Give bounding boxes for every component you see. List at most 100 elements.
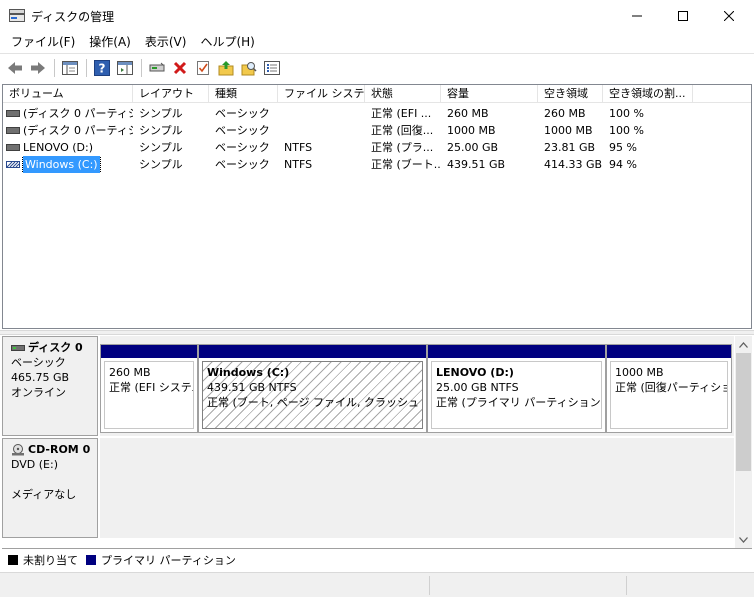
pane-splitter[interactable]: [0, 330, 754, 335]
cdrom-name: CD-ROM 0: [28, 443, 91, 456]
legend-item-primary: プライマリ パーティション: [86, 552, 236, 568]
disk-0-label[interactable]: ディスク 0 ベーシック 465.75 GB オンライン: [2, 336, 98, 436]
maximize-button[interactable]: [660, 0, 706, 31]
show-hide-console-tree-button[interactable]: [59, 57, 81, 79]
volume-name: (ディスク 0 パーティシ...: [23, 107, 133, 120]
volume-status: 正常 (プラ...: [371, 141, 434, 154]
disk-management-app-icon: [9, 9, 25, 22]
column-header-percent-free[interactable]: 空き領域の割...: [603, 85, 693, 103]
partition-size: 1000 MB: [615, 366, 664, 379]
scroll-thumb[interactable]: [736, 353, 751, 471]
drive-icon: [149, 62, 165, 71]
volume-type: ベーシック: [215, 158, 270, 171]
graphical-view-scrollbar[interactable]: [735, 336, 752, 548]
svg-text:?: ?: [99, 61, 106, 75]
column-header-free-space[interactable]: 空き領域: [538, 85, 603, 103]
folder-up-icon: [218, 60, 234, 75]
chevron-up-icon: [739, 341, 748, 348]
table-row[interactable]: (ディスク 0 パーティシ... シンプル ベーシック 正常 (EFI ... …: [3, 105, 751, 122]
open-folder-button[interactable]: [215, 57, 237, 79]
back-button[interactable]: [4, 57, 26, 79]
partition-bar: [199, 345, 426, 358]
minimize-button[interactable]: [614, 0, 660, 31]
minimize-icon: [632, 15, 642, 16]
cdrom-state: メディアなし: [11, 488, 77, 501]
volume-name: (ディスク 0 パーティシ...: [23, 124, 133, 137]
partition-recovery[interactable]: 1000 MB 正常 (回復パーティション): [606, 344, 732, 433]
partition-size: 25.00 GB NTFS: [436, 381, 519, 394]
help-button[interactable]: ?: [91, 57, 113, 79]
close-icon: [724, 10, 734, 21]
cd-drive-icon: [12, 443, 24, 455]
volume-layout: シンプル: [139, 124, 183, 137]
column-header-capacity[interactable]: 容量: [441, 85, 538, 103]
partition-bar: [101, 345, 197, 358]
disk-icon: [11, 344, 25, 351]
partition-selected-area: Windows (C:) 439.51 GB NTFS 正常 (ブート, ページ…: [202, 361, 423, 429]
scroll-down-button[interactable]: [735, 531, 752, 548]
volume-percent-free: 95 %: [609, 141, 637, 154]
volume-capacity: 260 MB: [447, 107, 489, 120]
menu-view[interactable]: 表示(V): [138, 31, 194, 53]
partition-efi[interactable]: 260 MB 正常 (EFI システム パーティション): [100, 344, 198, 433]
menu-bar: ファイル(F) 操作(A) 表示(V) ヘルプ(H): [0, 31, 754, 53]
partition-status: 正常 (プライマリ パーティション): [436, 396, 602, 409]
delete-button[interactable]: [169, 57, 191, 79]
partition-windows-c[interactable]: Windows (C:) 439.51 GB NTFS 正常 (ブート, ページ…: [198, 344, 427, 433]
cdrom-drive: DVD (E:): [11, 458, 59, 471]
volume-status: 正常 (回復...: [371, 124, 434, 137]
menu-help[interactable]: ヘルプ(H): [193, 31, 261, 53]
column-header-filesystem[interactable]: ファイル システム: [278, 85, 365, 103]
volume-status: 正常 (ブート...: [371, 158, 441, 171]
volume-percent-free: 94 %: [609, 158, 637, 171]
column-header-type[interactable]: 種類: [209, 85, 278, 103]
explore-button[interactable]: [238, 57, 260, 79]
partition-lenovo-d[interactable]: LENOVO (D:) 25.00 GB NTFS 正常 (プライマリ パーティ…: [427, 344, 606, 433]
connect-virtual-disk-button[interactable]: [146, 57, 168, 79]
disk-graphical-view: ディスク 0 ベーシック 465.75 GB オンライン 260 MB 正常 (…: [2, 336, 734, 538]
partition-legend: 未割り当て プライマリ パーティション: [2, 548, 752, 570]
volume-list-header: ボリューム レイアウト 種類 ファイル システム 状態 容量 空き領域 空き領域…: [3, 85, 751, 103]
volume-percent-free: 100 %: [609, 124, 644, 137]
volume-type: ベーシック: [215, 107, 270, 120]
legend-label: プライマリ パーティション: [101, 553, 236, 567]
volume-list[interactable]: ボリューム レイアウト 種類 ファイル システム 状態 容量 空き領域 空き領域…: [2, 84, 752, 329]
forward-button[interactable]: [27, 57, 49, 79]
menu-file[interactable]: ファイル(F): [4, 31, 82, 53]
console-tree-icon: [62, 60, 78, 75]
chevron-down-icon: [739, 536, 748, 543]
partition-status: 正常 (EFI システム パーティション): [109, 381, 193, 394]
partition-size: 260 MB: [109, 366, 151, 379]
volume-capacity: 25.00 GB: [447, 141, 499, 154]
close-button[interactable]: [706, 0, 752, 31]
show-details-button[interactable]: [261, 57, 283, 79]
partition-bar: [428, 345, 605, 358]
disk-size: 465.75 GB: [11, 371, 70, 384]
column-header-layout[interactable]: レイアウト: [133, 85, 209, 103]
legend-swatch: [86, 554, 96, 565]
legend-label: 未割り当て: [23, 553, 78, 567]
table-row[interactable]: (ディスク 0 パーティシ... シンプル ベーシック 正常 (回復... 10…: [3, 122, 751, 139]
properties-button[interactable]: [192, 57, 214, 79]
title-bar[interactable]: ディスクの管理: [0, 0, 754, 31]
volume-icon: [6, 110, 20, 117]
volume-name: LENOVO (D:): [23, 141, 94, 154]
table-row-selected[interactable]: Windows (C:) シンプル ベーシック NTFS 正常 (ブート... …: [3, 156, 751, 173]
cdrom-0-body: [100, 438, 734, 538]
table-row[interactable]: LENOVO (D:) シンプル ベーシック NTFS 正常 (プラ... 25…: [3, 139, 751, 156]
status-pane: [626, 576, 754, 595]
column-header-volume[interactable]: ボリューム: [3, 85, 133, 103]
volume-status: 正常 (EFI ...: [371, 107, 432, 120]
partition-title: Windows (C:): [207, 366, 290, 379]
show-hide-action-pane-button[interactable]: [114, 57, 136, 79]
list-window-icon: [264, 60, 280, 75]
disk-type: ベーシック: [11, 356, 66, 369]
column-header-status[interactable]: 状態: [365, 85, 441, 103]
volume-filesystem: NTFS: [284, 158, 313, 171]
partition-bar: [607, 345, 731, 358]
volume-percent-free: 100 %: [609, 107, 644, 120]
menu-action[interactable]: 操作(A): [82, 31, 138, 53]
scroll-up-button[interactable]: [735, 336, 752, 353]
cdrom-0-label[interactable]: CD-ROM 0 DVD (E:) メディアなし: [2, 438, 98, 538]
volume-free-space: 1000 MB: [544, 124, 593, 137]
